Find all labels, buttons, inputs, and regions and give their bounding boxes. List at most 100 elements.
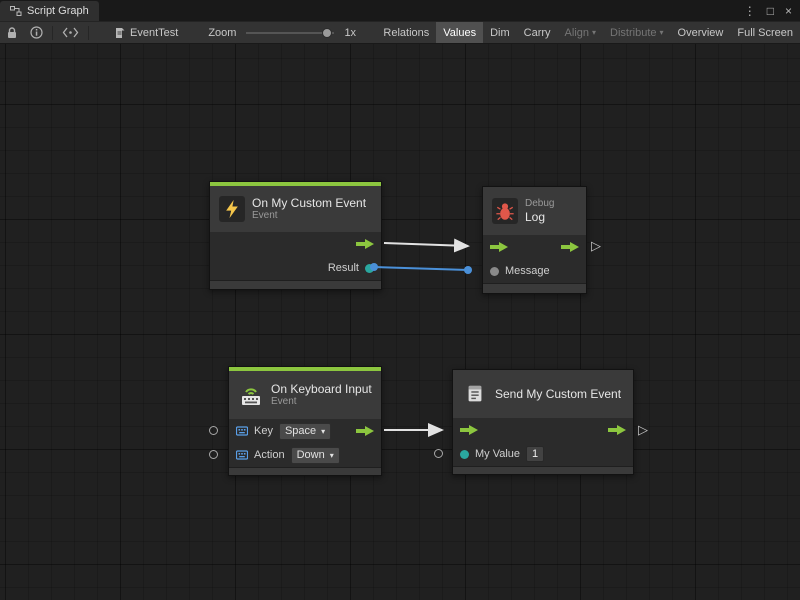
port-row [210, 232, 381, 256]
align-button[interactable]: Align ▾ [558, 22, 603, 43]
menu-icon[interactable]: ⋮ [744, 5, 756, 17]
info-icon [30, 26, 43, 39]
relations-label: Relations [383, 27, 429, 39]
graph-canvas[interactable]: On My Custom Event Event Result [0, 44, 800, 600]
maximize-icon[interactable]: □ [767, 5, 774, 17]
node-subtitle: Event [271, 396, 372, 408]
port-row [483, 235, 586, 259]
window-controls: ⋮ □ × [744, 0, 800, 21]
my-value-text: 1 [532, 448, 538, 460]
chevron-down-icon: ▾ [321, 427, 325, 436]
toolbar-buttons: Relations Values Dim Carry Align ▾ Distr… [376, 22, 800, 43]
script-asset-icon [114, 27, 126, 39]
port-row: Message [483, 259, 586, 283]
node-group-label: Debug [525, 198, 554, 210]
flow-output-port[interactable] [356, 425, 374, 437]
node-header[interactable]: Debug Log [483, 187, 586, 235]
flow-input-port[interactable] [460, 424, 478, 436]
message-port-label: Message [505, 265, 550, 277]
flow-connection [384, 243, 468, 246]
port-row: My Value 1 [453, 442, 633, 466]
chevron-down-icon: ▾ [660, 28, 664, 37]
action-external-port[interactable] [209, 450, 218, 459]
my-value-port-label: My Value [475, 448, 520, 460]
dim-button[interactable]: Dim [483, 22, 517, 43]
relations-button[interactable]: Relations [376, 22, 436, 43]
zoom-control: Zoom 1x [202, 22, 362, 43]
port-row [453, 418, 633, 442]
align-label: Align [565, 27, 589, 39]
result-port-label: Result [328, 262, 359, 274]
value-connection-endpoint [464, 266, 472, 274]
zoom-slider[interactable] [246, 32, 334, 34]
my-value-external-port[interactable] [434, 449, 443, 458]
node-header[interactable]: Send My Custom Event [453, 370, 633, 418]
node-footer [210, 280, 381, 289]
tab-bar: Script Graph ⋮ □ × [0, 0, 800, 21]
zoom-slider-knob[interactable] [322, 28, 332, 38]
custom-event-icon [462, 381, 488, 407]
graph-name-label: EventTest [130, 27, 178, 39]
flow-output-port[interactable] [608, 424, 626, 436]
node-footer [483, 283, 586, 293]
full-screen-button[interactable]: Full Screen [730, 22, 800, 43]
key-port-label: Key [254, 425, 273, 437]
carry-button[interactable]: Carry [517, 22, 558, 43]
action-dropdown[interactable]: Down ▾ [291, 447, 340, 464]
node-on-keyboard-input[interactable]: On Keyboard Input Event Key Space ▾ [228, 366, 382, 476]
node-subtitle: Event [252, 210, 366, 222]
key-type-icon [236, 425, 248, 437]
graph-asset-button[interactable]: EventTest [108, 22, 184, 43]
node-debug-log[interactable]: Debug Log Message [482, 186, 587, 294]
overview-button[interactable]: Overview [671, 22, 731, 43]
carry-label: Carry [524, 27, 551, 39]
values-button[interactable]: Values [436, 22, 483, 43]
my-value-input-field[interactable]: 1 [526, 446, 544, 462]
lock-icon [6, 26, 18, 40]
action-port-label: Action [254, 449, 285, 461]
toolbar-separator [52, 26, 53, 40]
my-value-input-port[interactable] [460, 450, 469, 459]
flow-continuation-icon: ▷ [591, 238, 601, 254]
code-view-button[interactable] [56, 22, 85, 43]
tab-script-graph[interactable]: Script Graph [0, 1, 99, 21]
node-header[interactable]: On My Custom Event Event [210, 186, 381, 232]
result-output-port[interactable] [365, 264, 374, 273]
graph-toolbar: EventTest Zoom 1x Relations Values Dim C… [0, 21, 800, 44]
node-title: On My Custom Event [252, 196, 366, 210]
node-title: On Keyboard Input [271, 382, 372, 396]
values-label: Values [443, 27, 476, 39]
close-icon[interactable]: × [785, 5, 792, 17]
distribute-button[interactable]: Distribute ▾ [603, 22, 670, 43]
key-dropdown-value: Space [285, 425, 316, 437]
code-icon [62, 27, 79, 38]
chevron-down-icon: ▾ [592, 28, 596, 37]
zoom-label: Zoom [208, 27, 236, 39]
key-external-port[interactable] [209, 426, 218, 435]
inspect-button[interactable] [24, 22, 49, 43]
action-dropdown-value: Down [297, 449, 325, 461]
value-connection [374, 267, 468, 270]
key-dropdown[interactable]: Space ▾ [279, 423, 331, 440]
flow-continuation-icon: ▷ [638, 422, 648, 438]
node-header[interactable]: On Keyboard Input Event [229, 371, 381, 419]
lock-button[interactable] [0, 22, 24, 43]
keyboard-icon [238, 382, 264, 408]
flow-output-port[interactable] [356, 238, 374, 250]
port-row: Key Space ▾ [229, 419, 381, 443]
port-row: Result [210, 256, 381, 280]
connection-wires [0, 44, 800, 600]
chevron-down-icon: ▾ [330, 451, 334, 460]
flow-input-port[interactable] [490, 241, 508, 253]
message-input-port[interactable] [490, 267, 499, 276]
node-footer [453, 466, 633, 474]
action-type-icon [236, 449, 248, 461]
flow-output-port[interactable] [561, 241, 579, 253]
node-on-my-custom-event[interactable]: On My Custom Event Event Result [209, 181, 382, 290]
overview-label: Overview [678, 27, 724, 39]
distribute-label: Distribute [610, 27, 656, 39]
node-footer [229, 467, 381, 475]
lightning-bolt-icon [219, 196, 245, 222]
full-screen-label: Full Screen [737, 27, 793, 39]
node-send-my-custom-event[interactable]: Send My Custom Event My Value 1 [452, 369, 634, 475]
